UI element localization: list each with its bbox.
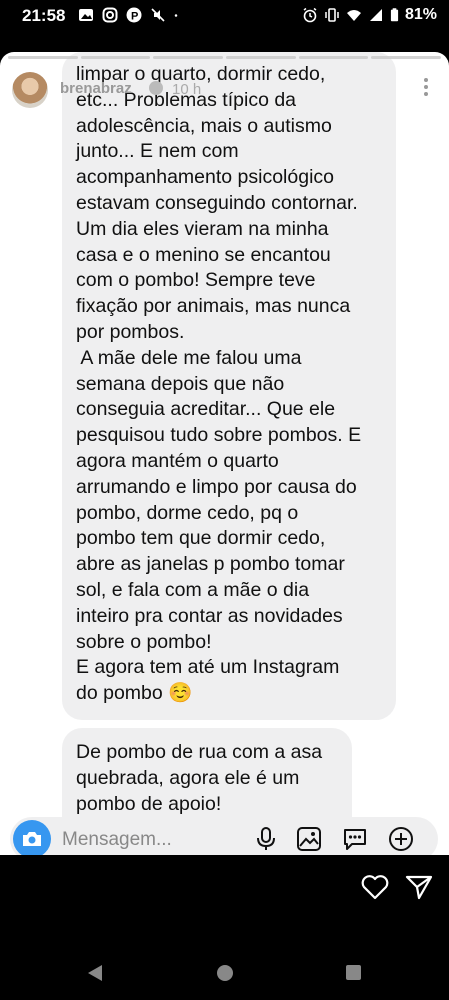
story-viewer[interactable]: limpar o quarto, dormir cedo, etc... Prob…: [0, 52, 449, 855]
message-input[interactable]: Mensagem...: [62, 829, 172, 851]
gallery-icon: [79, 9, 93, 21]
message-composer[interactable]: Mensagem...: [10, 817, 438, 855]
story-header: brenabraz 10 h: [12, 72, 439, 112]
message-line: pombo tem que dormir cedo,: [76, 527, 326, 550]
back-icon[interactable]: [87, 964, 103, 982]
message-line: inteiro pra contar as novidades: [76, 604, 343, 627]
message-line: acompanhamento psicológico: [76, 166, 334, 189]
message-line: sol, e fala com a mãe o dia: [76, 578, 310, 601]
message-line: quebrada, agora ele é um: [76, 766, 300, 789]
story-time: 10 h: [172, 81, 202, 98]
progress-segment: [298, 56, 369, 59]
dot-icon: [174, 14, 178, 17]
message-line: conseguia acreditar... Que ele: [76, 398, 336, 421]
username[interactable]: brenabraz: [60, 80, 132, 97]
vibrate-icon: [325, 8, 339, 22]
signal-icon: [369, 9, 382, 21]
message-line: agora mantém o quarto: [76, 449, 279, 472]
message-line: casa e o menino se encantou: [76, 243, 331, 266]
message-line: pesquisou tudo sobre pombos. E: [76, 424, 362, 447]
status-time: 21:58: [22, 6, 66, 25]
message-bubble: limpar o quarto, dormir cedo, etc... Prob…: [62, 52, 396, 720]
message-line: junto... E nem com: [76, 140, 239, 163]
message-line: por pombos.: [76, 320, 185, 343]
home-icon[interactable]: [217, 965, 233, 981]
message-line: sobre o pombo!: [76, 630, 212, 653]
avatar[interactable]: [12, 72, 48, 108]
progress-segment: [80, 56, 151, 59]
recent-apps-icon[interactable]: [346, 965, 361, 980]
message-line: com o pombo! Sempre teve: [76, 269, 316, 292]
mute-icon: [151, 8, 165, 22]
add-icon[interactable]: [388, 826, 414, 852]
message-line: arrumando e limpo por causa do: [76, 475, 357, 498]
message-line: fixação por animais, mas nunca: [76, 295, 351, 318]
message-line: A mãe dele me falou uma: [76, 346, 302, 369]
microphone-icon[interactable]: [253, 826, 279, 852]
camera-icon: [23, 832, 41, 846]
more-options-button[interactable]: [423, 78, 429, 100]
heart-icon[interactable]: [361, 874, 389, 900]
message-line: pombo, dorme cedo, pq o: [76, 501, 299, 524]
dot-icon: [424, 78, 428, 82]
message-line: pombo de apoio!: [76, 792, 222, 815]
message-line: De pombo de rua com a asa: [76, 741, 323, 763]
sticker-icon[interactable]: [342, 826, 368, 852]
alarm-icon: [303, 7, 317, 23]
message-line: E agora tem até um Instagram: [76, 656, 340, 679]
wifi-icon: [346, 10, 361, 21]
progress-segment: [371, 56, 442, 59]
dot-icon: [424, 92, 428, 96]
gallery-icon[interactable]: [296, 826, 322, 852]
story-progress-bar: [8, 56, 442, 59]
progress-segment: [153, 56, 224, 59]
message-line: Um dia eles vieram na minha: [76, 217, 329, 240]
progress-segment: [8, 56, 78, 59]
instagram-icon: [102, 7, 118, 23]
notification-icons: P: [78, 7, 182, 23]
message-line: semana depois que não: [76, 372, 285, 395]
p-app-icon: P: [126, 7, 142, 23]
verified-icon: [149, 81, 163, 95]
battery-icon: [390, 8, 399, 22]
dot-icon: [424, 85, 428, 89]
message-line: adolescência, mais o autismo: [76, 114, 332, 137]
battery-percent: 81%: [404, 6, 437, 23]
camera-button[interactable]: [13, 820, 51, 855]
progress-segment: [226, 56, 296, 59]
status-bar: 21:58 P 81%: [0, 0, 449, 32]
message-line: do pombo ☺️: [76, 682, 193, 705]
system-icons: 81%: [302, 6, 437, 24]
svg-text:P: P: [131, 11, 138, 23]
message-line: abre as janelas p pombo tomar: [76, 553, 345, 576]
send-icon[interactable]: [405, 874, 433, 900]
message-line: estavam conseguindo contornar.: [76, 191, 358, 214]
